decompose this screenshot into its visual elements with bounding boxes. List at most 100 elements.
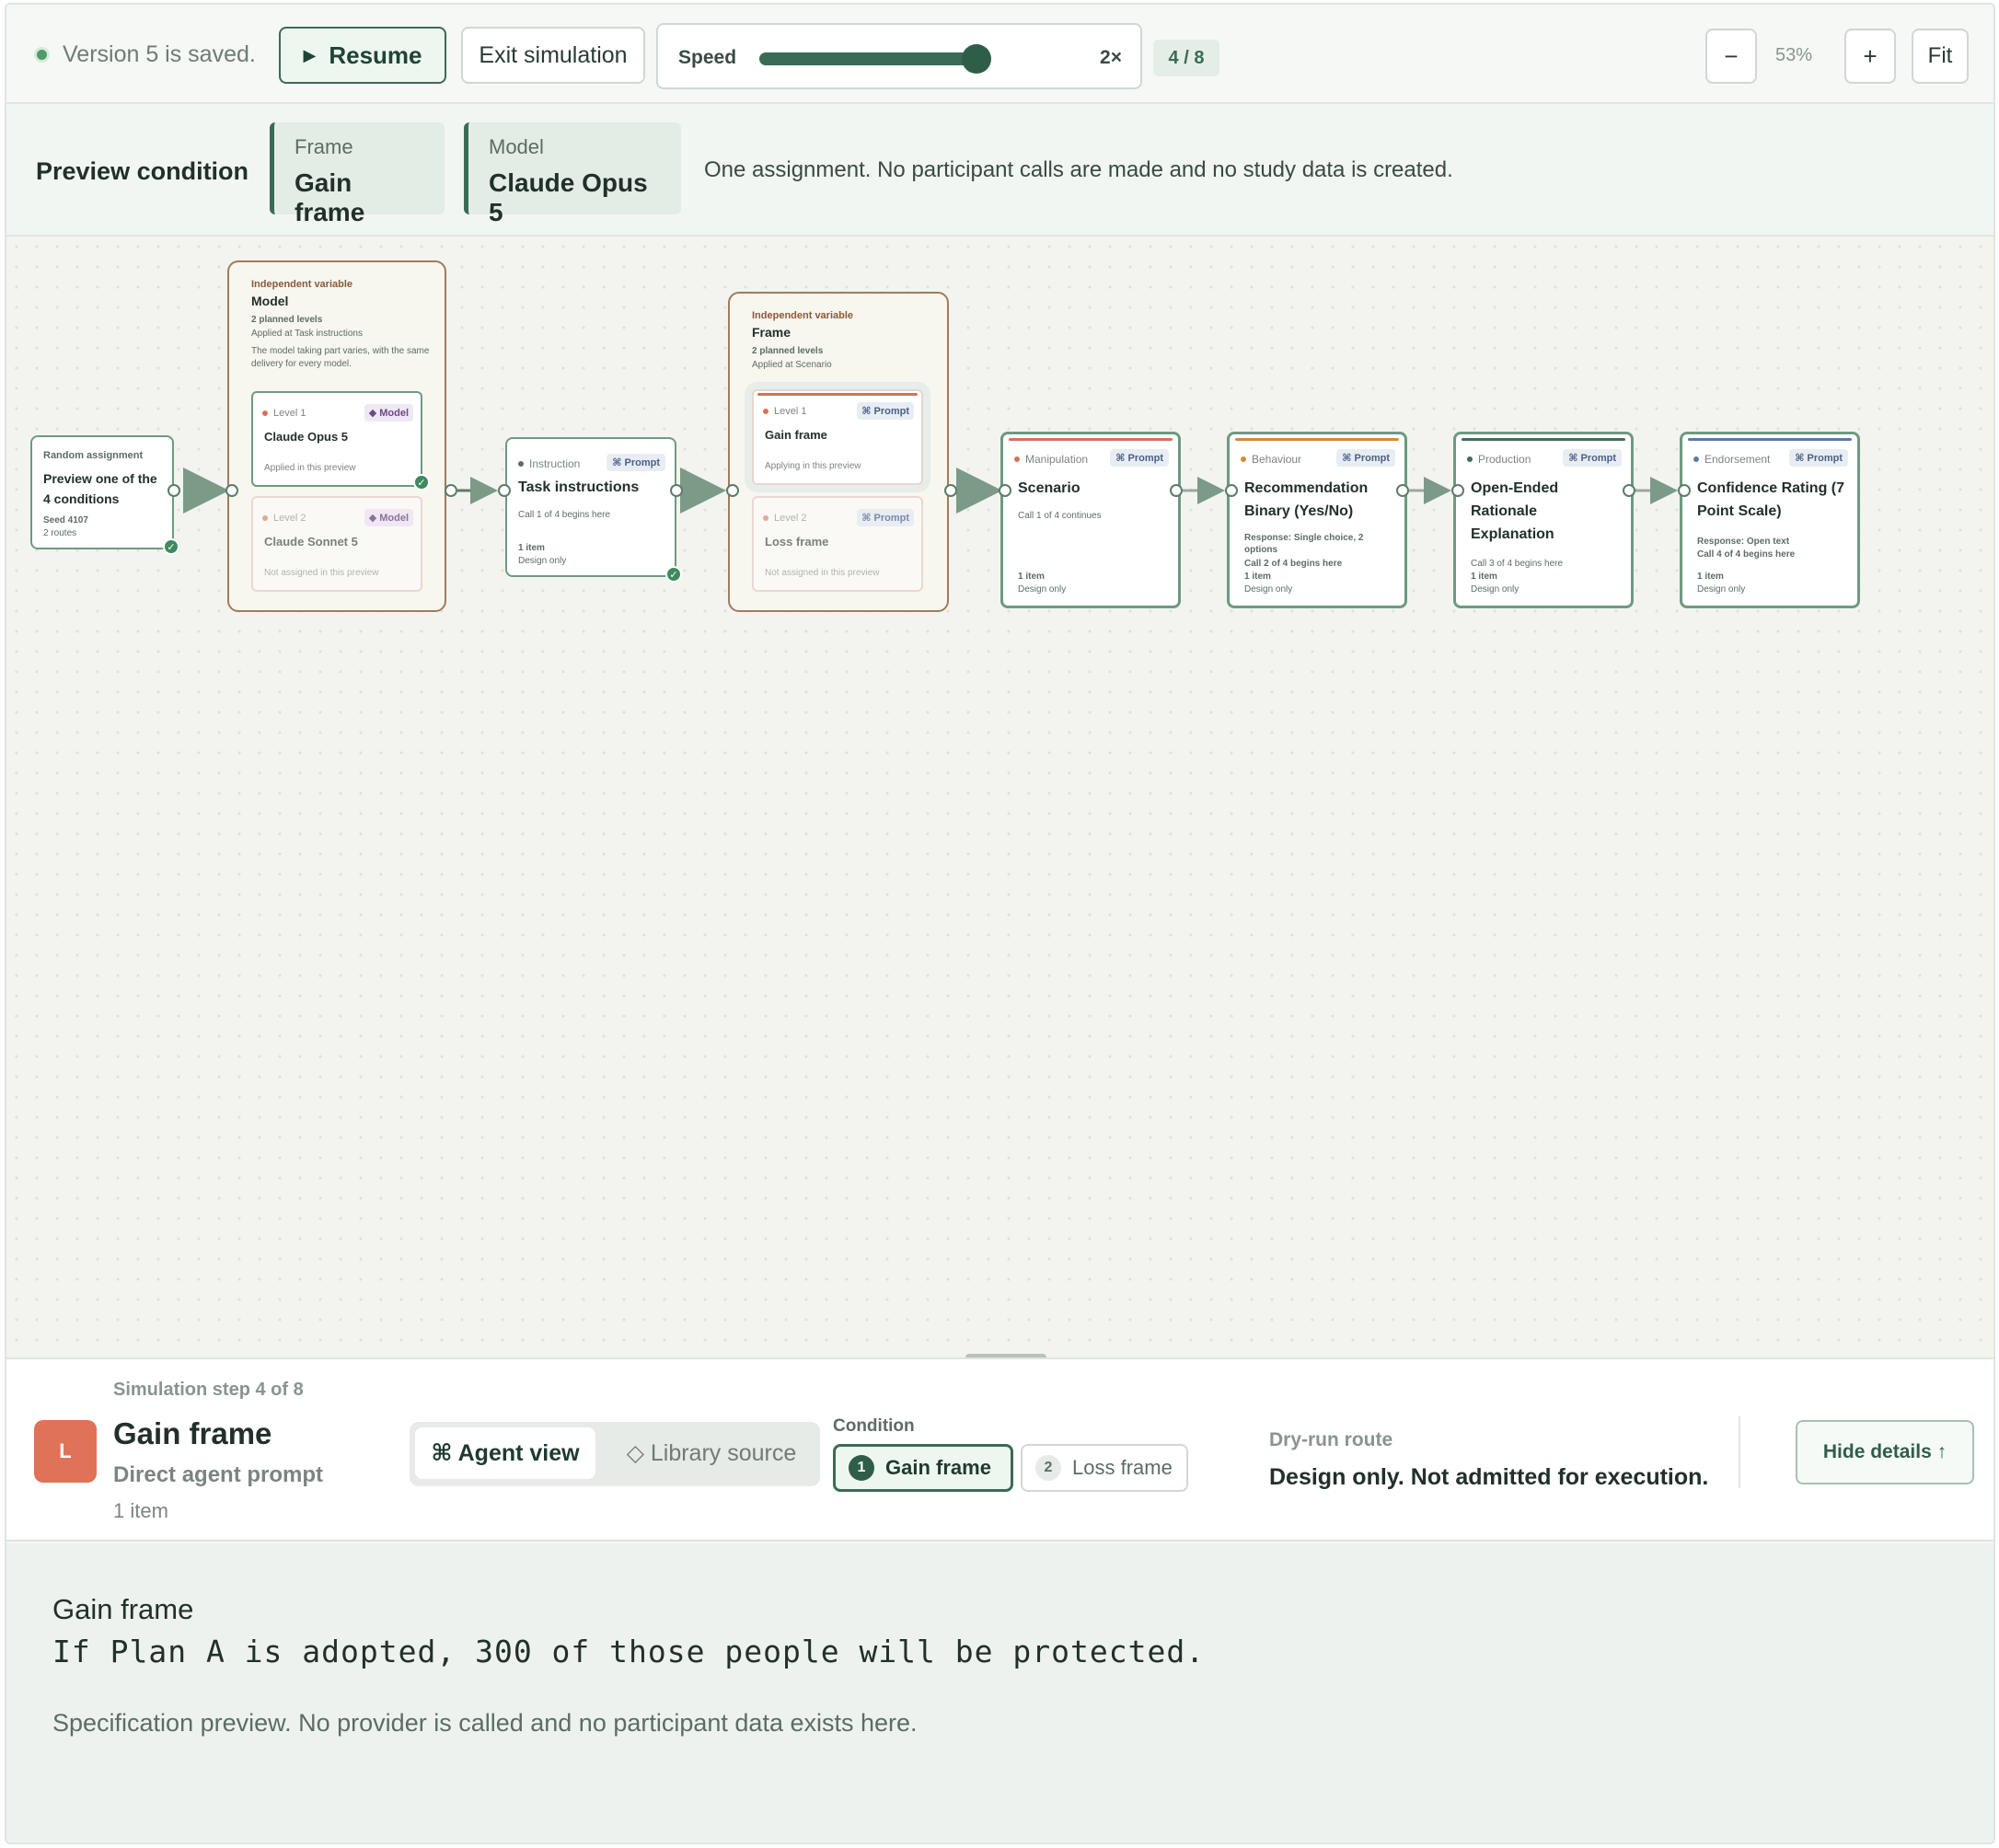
random-assignment-node[interactable]: Random assignment Preview one of the 4 c… [30,435,179,555]
view-toggle: ⌘ Agent view ◇ Library source [410,1422,820,1486]
zoom-level: 53% [1775,45,1813,65]
speed-slider-track[interactable] [759,52,982,65]
port-model-out[interactable] [445,484,457,497]
step-counter-badge: 4 / 8 [1153,40,1219,76]
saved-dot-icon [34,47,50,63]
frame-variable-group[interactable]: Independent variable Frame 2 planned lev… [728,292,949,612]
instruction-kind: Instruction [518,457,580,470]
port-model-in[interactable] [225,484,238,497]
confidence-response: Response: Open text [1697,537,1790,547]
port-instruction-out[interactable] [670,484,683,497]
recommendation-title: Recommendation Binary (Yes/No) [1244,480,1369,519]
scenario-mode: Design only [1018,584,1067,595]
confidence-node[interactable]: Endorsement ⌘ Prompt Confidence Rating (… [1680,432,1860,608]
model-chip: Model Claude Opus 5 [464,122,681,226]
frame-level-2-status: Not assigned in this preview [765,568,880,578]
fit-button[interactable]: Fit [1912,29,1969,84]
prompt-text: If Plan A is adopted, 300 of those peopl… [52,1634,1206,1669]
port-rationale-in[interactable] [1451,484,1464,497]
port-instruction-in[interactable] [498,484,511,497]
condition-2-number: 2 [1035,1455,1061,1481]
instruction-mode: Design only [518,556,567,566]
resume-button[interactable]: ▶ Resume [279,27,446,84]
frame-level-2[interactable]: Level 2 ⌘ Prompt Loss frame Not assigned… [752,496,923,592]
model-level-1[interactable]: Level 1 ◆ Model Claude Opus 5 Applied in… [251,391,430,491]
prompt-label: Gain frame [52,1593,194,1625]
port-random-out[interactable] [168,484,180,497]
frame-level-2-kind: Level 2 [763,513,806,524]
preview-condition-bar: Preview condition Frame Gain frame Model… [6,104,1993,237]
scenario-call: Call 1 of 4 continues [1018,511,1102,521]
scenario-title: Scenario [1018,480,1080,496]
port-confidence-in[interactable] [1678,484,1691,497]
condition-loss-frame-button[interactable]: 2 Loss frame [1021,1444,1188,1492]
divider [1739,1416,1740,1488]
zoom-out-button[interactable]: − [1705,29,1757,84]
recommendation-node[interactable]: Behaviour ⌘ Prompt Recommendation Binary… [1227,432,1407,608]
dry-run-route-value: Design only. Not admitted for execution. [1269,1464,1709,1490]
recommendation-kind-label: Behaviour [1252,453,1302,466]
frame-chip-value: Gain frame [295,168,365,226]
check-icon: ✓ [665,566,682,583]
save-status-text: Version 5 is saved. [63,41,256,67]
instruction-title: Task instructions [518,479,640,495]
step-subtitle: Direct agent prompt [113,1462,324,1487]
model-variable-group[interactable]: Independent variable Model 2 planned lev… [227,260,446,612]
port-recommendation-in[interactable] [1225,484,1238,497]
step-title: Gain frame [113,1416,272,1450]
prompt-tag: ⌘ Prompt [1563,449,1622,467]
flow-canvas[interactable]: Random assignment Preview one of the 4 c… [6,237,1993,1357]
port-recommendation-out[interactable] [1396,484,1409,497]
confidence-kind-label: Endorsement [1704,453,1771,466]
random-kind: Random assignment [43,450,144,461]
prompt-note: Specification preview. No provider is ca… [52,1709,918,1737]
scenario-node[interactable]: Manipulation ⌘ Prompt Scenario Call 1 of… [1000,432,1181,608]
agent-view-tab[interactable]: ⌘ Agent view [415,1427,595,1479]
library-source-tab[interactable]: ◇ Library source [610,1427,813,1479]
instruction-call: Call 1 of 4 begins here [518,510,611,520]
port-frame-in[interactable] [726,484,739,497]
kind-dot-icon [1693,456,1699,462]
model-level-2[interactable]: Level 2 ◆ Model Claude Sonnet 5 Not assi… [251,496,422,592]
port-frame-out[interactable] [944,484,957,497]
frame-group-kind: Independent variable [752,310,854,321]
model-level-1-kind: Level 1 [262,408,306,419]
check-icon: ✓ [413,474,430,491]
play-icon: ▶ [303,45,317,64]
port-scenario-in[interactable] [999,484,1011,497]
rationale-node[interactable]: Production ⌘ Prompt Open-Ended Rationale… [1453,432,1634,608]
frame-group-title: Frame [752,325,792,340]
app-window: Version 5 is saved. ▶ Resume Exit simula… [5,3,1995,1844]
task-instructions-node[interactable]: Instruction ⌘ Prompt Task instructions C… [505,437,682,583]
port-rationale-out[interactable] [1623,484,1635,497]
step-details-panel: Simulation step 4 of 8 L Gain frame Dire… [6,1357,1993,1542]
recommendation-rule [1235,438,1399,441]
frame-level-1-label: Level 1 [774,406,807,417]
dry-run-route-label: Dry-run route [1269,1429,1393,1450]
frame-level-1-rule [757,393,918,396]
speed-label: Speed [678,47,737,68]
prompt-tag: ⌘ Prompt [1336,449,1395,467]
recommendation-kind: Behaviour [1241,453,1301,466]
model-level-2-status: Not assigned in this preview [264,568,379,578]
model-group-applied: Applied at Task instructions [251,329,363,339]
confidence-call: Call 4 of 4 begins here [1697,549,1796,560]
instruction-items: 1 item [518,543,545,553]
level-dot-icon [262,515,268,521]
zoom-in-button[interactable]: + [1844,29,1896,84]
preview-condition-title: Preview condition [36,157,249,185]
speed-value: 2× [1100,47,1122,68]
simulation-step-label: Simulation step 4 of 8 [113,1380,304,1400]
hide-details-button[interactable]: Hide details ↑ [1796,1420,1974,1484]
model-level-1-label: Level 1 [273,408,306,419]
port-scenario-out[interactable] [1170,484,1183,497]
confidence-title: Confidence Rating (7 Point Scale) [1697,480,1845,519]
level-dot-icon [763,409,768,414]
prompt-preview: Gain frame If Plan A is adopted, 300 of … [6,1543,1993,1842]
condition-gain-frame-button[interactable]: 1 Gain frame [833,1444,1013,1492]
preview-note: One assignment. No participant calls are… [704,157,1453,182]
frame-level-1[interactable]: Level 1 ⌘ Prompt Gain frame Applying in … [752,389,923,485]
speed-slider-handle[interactable] [962,44,991,74]
scenario-rule [1009,438,1173,441]
exit-simulation-button[interactable]: Exit simulation [461,27,645,84]
